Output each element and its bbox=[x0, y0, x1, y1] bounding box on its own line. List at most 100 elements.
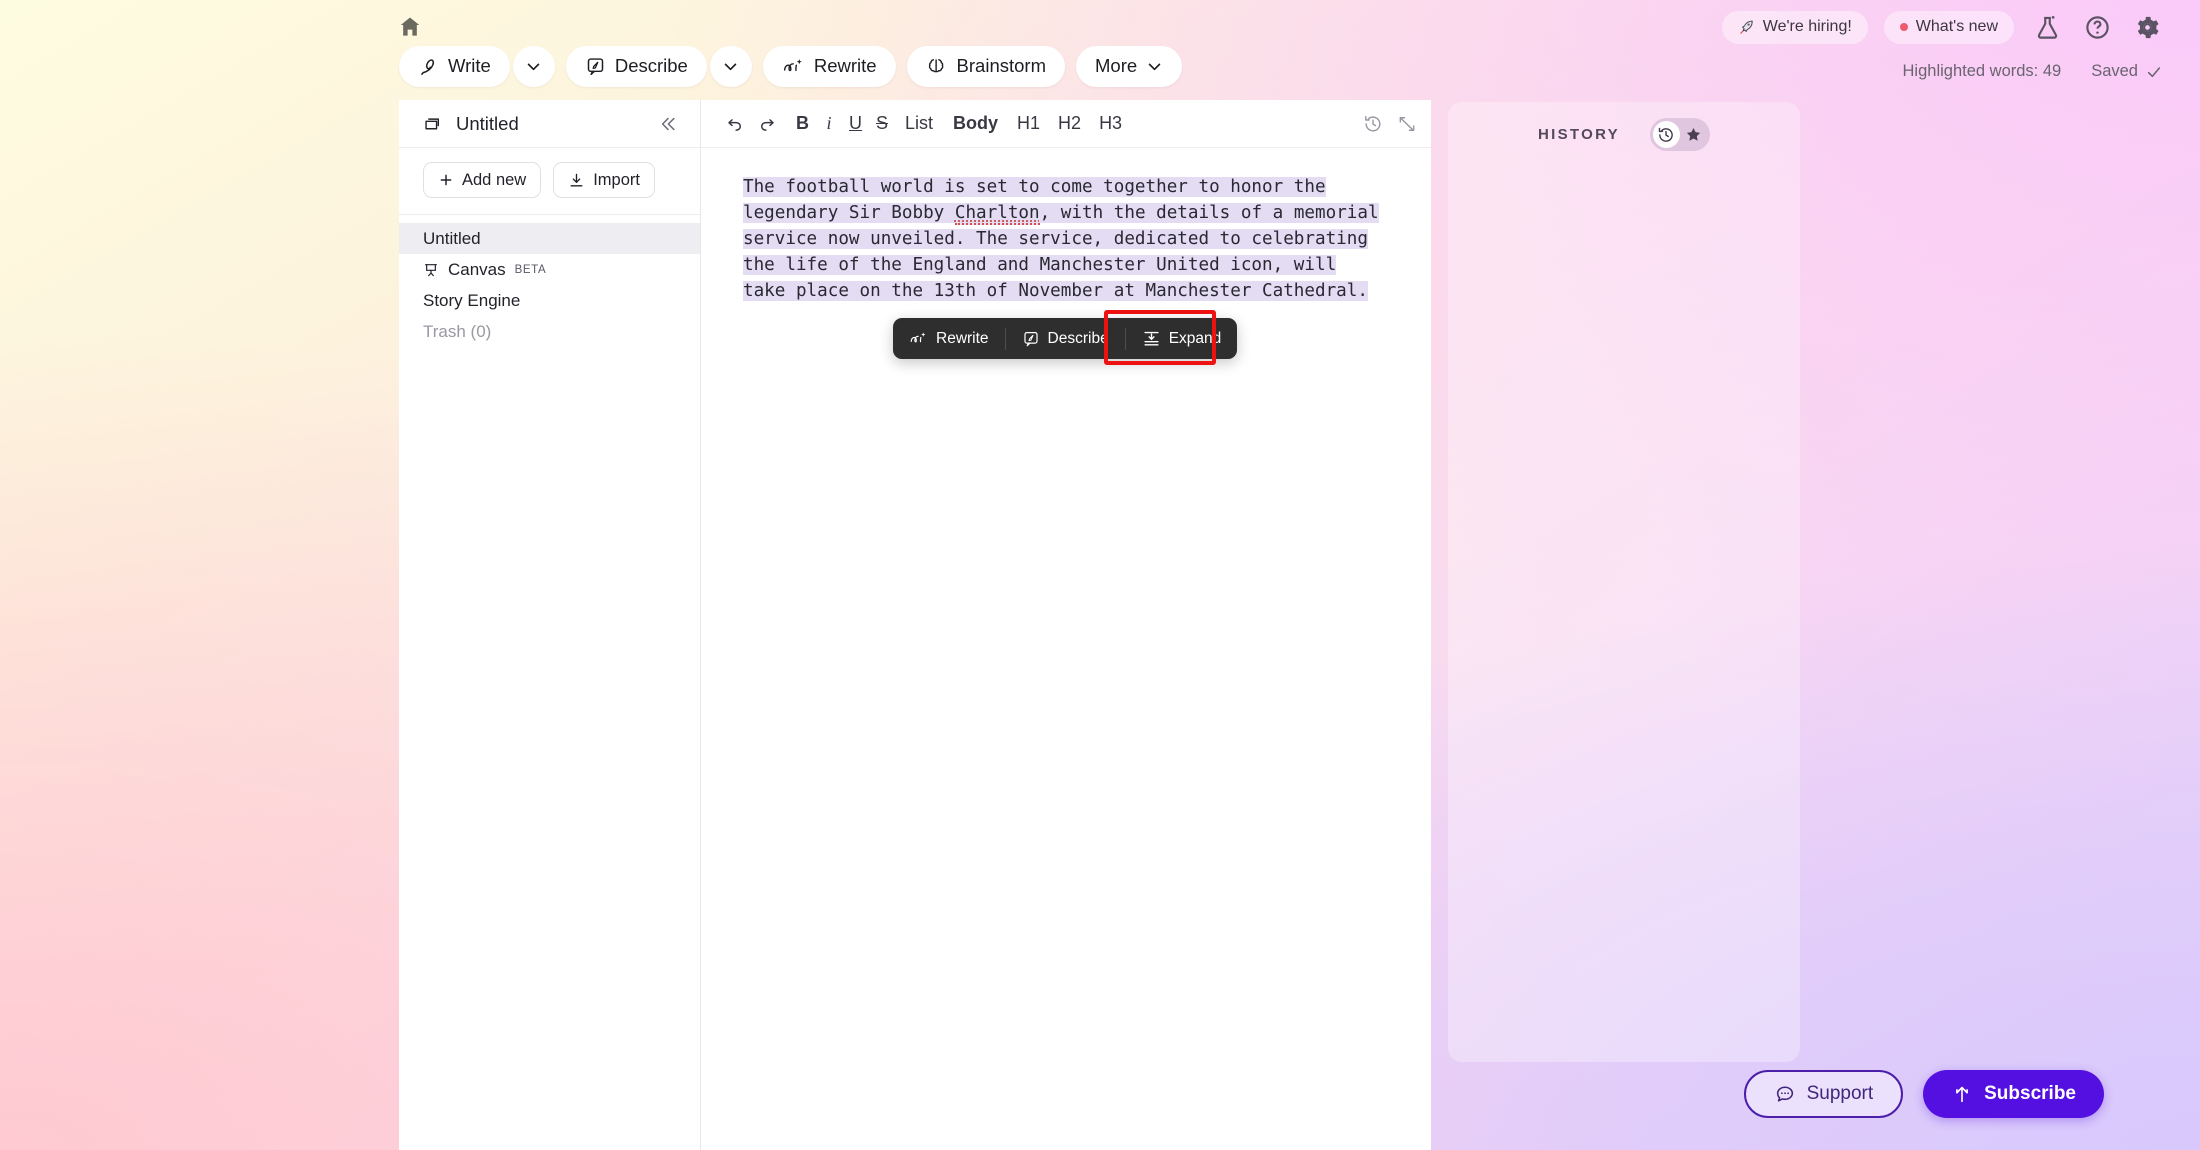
write-dropdown-button[interactable] bbox=[512, 46, 555, 87]
sidebar-item-trash[interactable]: Trash (0) bbox=[399, 316, 700, 347]
tool-group-describe: Describe bbox=[565, 46, 752, 87]
bold-label: B bbox=[796, 113, 809, 133]
editor-panel: B i U S List Body H1 H2 H3 The football … bbox=[701, 100, 1431, 1150]
sidebar-item-label: Trash (0) bbox=[423, 321, 492, 341]
left-sidebar: Untitled Add new Import Untitled Canvas bbox=[399, 100, 701, 1150]
rewrite-button[interactable]: Rewrite bbox=[762, 46, 896, 87]
help-circle-icon[interactable] bbox=[2080, 10, 2114, 44]
describe-dropdown-button[interactable] bbox=[709, 46, 752, 87]
hiring-badge[interactable]: We're hiring! bbox=[1721, 10, 1868, 44]
support-label: Support bbox=[1806, 1083, 1874, 1104]
underline-label: U bbox=[849, 113, 862, 133]
clock-history-icon[interactable] bbox=[1363, 114, 1383, 134]
list-button[interactable]: List bbox=[895, 108, 943, 140]
describe-icon bbox=[585, 56, 606, 77]
chevrons-left-icon[interactable] bbox=[658, 114, 678, 134]
ctx-rewrite-button[interactable]: Rewrite bbox=[893, 318, 1005, 359]
ctx-item-label: Describe bbox=[1047, 329, 1109, 347]
hiring-label: We're hiring! bbox=[1762, 18, 1852, 35]
ctx-describe-button[interactable]: Describe bbox=[1006, 318, 1125, 359]
saved-status: Saved bbox=[2091, 62, 2162, 81]
import-button[interactable]: Import bbox=[553, 162, 655, 198]
sidebar-item-label: Untitled bbox=[423, 228, 481, 248]
more-label: More bbox=[1095, 55, 1138, 77]
folder-icon bbox=[423, 113, 444, 134]
chevron-down-icon bbox=[1146, 58, 1163, 75]
h3-label: H3 bbox=[1099, 113, 1123, 133]
describe-label: Describe bbox=[614, 55, 688, 77]
rewrite-label: Rewrite bbox=[813, 55, 877, 77]
gear-icon[interactable] bbox=[2130, 10, 2164, 44]
highlighted-words-count: Highlighted words: 49 bbox=[1902, 62, 2062, 80]
plus-icon bbox=[438, 172, 454, 188]
h1-button[interactable]: H1 bbox=[1008, 108, 1049, 140]
quill-icon bbox=[418, 56, 439, 77]
easel-icon bbox=[423, 262, 439, 278]
beta-badge: BETA bbox=[514, 263, 547, 276]
rewrite-ai-icon bbox=[782, 56, 805, 77]
top-right-actions: We're hiring! What's new bbox=[1721, 10, 2164, 44]
describe-icon bbox=[1022, 330, 1040, 348]
sidebar-item-label: Story Engine bbox=[423, 290, 521, 310]
expand-arrows-icon[interactable] bbox=[1397, 114, 1417, 134]
h2-button[interactable]: H2 bbox=[1049, 108, 1090, 140]
sidebar-header: Untitled bbox=[399, 100, 700, 148]
notification-dot-icon bbox=[1899, 23, 1908, 31]
support-button[interactable]: Support bbox=[1743, 1070, 1904, 1118]
sidebar-item-story-engine[interactable]: Story Engine bbox=[399, 285, 700, 316]
saved-label: Saved bbox=[2091, 62, 2138, 80]
history-header: HISTORY bbox=[1448, 102, 1800, 151]
ctx-expand-button[interactable]: Expand bbox=[1126, 318, 1238, 359]
star-icon[interactable] bbox=[1680, 121, 1707, 148]
body-style-button[interactable]: Body bbox=[943, 108, 1008, 140]
document-paragraph[interactable]: The football world is set to come togeth… bbox=[743, 174, 1389, 304]
undo-icon[interactable] bbox=[719, 108, 751, 140]
rocket-icon bbox=[1738, 19, 1755, 36]
history-favorites-toggle[interactable] bbox=[1649, 118, 1710, 151]
expand-text-icon bbox=[1142, 329, 1161, 348]
subscribe-label: Subscribe bbox=[1984, 1083, 2076, 1104]
italic-button[interactable]: i bbox=[816, 108, 842, 140]
editor-toolbar-right bbox=[1363, 114, 1417, 134]
sidebar-item-canvas[interactable]: Canvas BETA bbox=[399, 254, 700, 285]
whats-new-badge[interactable]: What's new bbox=[1883, 10, 2014, 44]
write-label: Write bbox=[448, 55, 491, 77]
top-toolbar: Write Describe Rewrite Brainstorm More bbox=[399, 46, 1183, 87]
tool-group-write: Write bbox=[399, 46, 555, 87]
brainstorm-label: Brainstorm bbox=[956, 55, 1046, 77]
editor-toolbar: B i U S List Body H1 H2 H3 bbox=[701, 100, 1431, 148]
flask-icon[interactable] bbox=[2030, 10, 2064, 44]
misspelled-word: Charlton bbox=[954, 203, 1040, 225]
sidebar-item-label: Canvas bbox=[448, 259, 506, 279]
chevron-down-icon bbox=[722, 58, 739, 75]
add-new-button[interactable]: Add new bbox=[423, 162, 542, 198]
subscribe-button[interactable]: Subscribe bbox=[1923, 1070, 2104, 1118]
body-label: Body bbox=[953, 113, 999, 133]
redo-icon[interactable] bbox=[751, 108, 783, 140]
write-button[interactable]: Write bbox=[399, 46, 510, 87]
h3-button[interactable]: H3 bbox=[1090, 108, 1131, 140]
describe-button[interactable]: Describe bbox=[565, 46, 707, 87]
chat-dots-icon bbox=[1774, 1083, 1796, 1105]
bold-button[interactable]: B bbox=[789, 108, 816, 140]
check-icon bbox=[2146, 64, 2162, 80]
more-button[interactable]: More bbox=[1076, 46, 1183, 87]
home-icon[interactable] bbox=[393, 10, 427, 44]
ctx-item-label: Expand bbox=[1168, 329, 1222, 347]
document-body[interactable]: The football world is set to come togeth… bbox=[701, 148, 1431, 304]
brainstorm-icon bbox=[926, 56, 948, 77]
selection-context-menu: Rewrite Describe Expand bbox=[893, 318, 1238, 359]
brainstorm-button[interactable]: Brainstorm bbox=[906, 46, 1065, 87]
clock-history-icon[interactable] bbox=[1652, 121, 1680, 148]
strikethrough-button[interactable]: S bbox=[869, 108, 895, 140]
history-panel: HISTORY bbox=[1448, 102, 1800, 1062]
import-label: Import bbox=[593, 170, 640, 189]
ctx-item-label: Rewrite bbox=[936, 329, 989, 347]
sidebar-item-untitled[interactable]: Untitled bbox=[399, 223, 700, 254]
underline-button[interactable]: U bbox=[842, 108, 869, 140]
h1-label: H1 bbox=[1017, 113, 1041, 133]
history-title: HISTORY bbox=[1538, 126, 1620, 143]
bottom-actions: Support Subscribe bbox=[1743, 1070, 2104, 1118]
list-label: List bbox=[905, 113, 934, 133]
strike-label: S bbox=[876, 113, 889, 133]
